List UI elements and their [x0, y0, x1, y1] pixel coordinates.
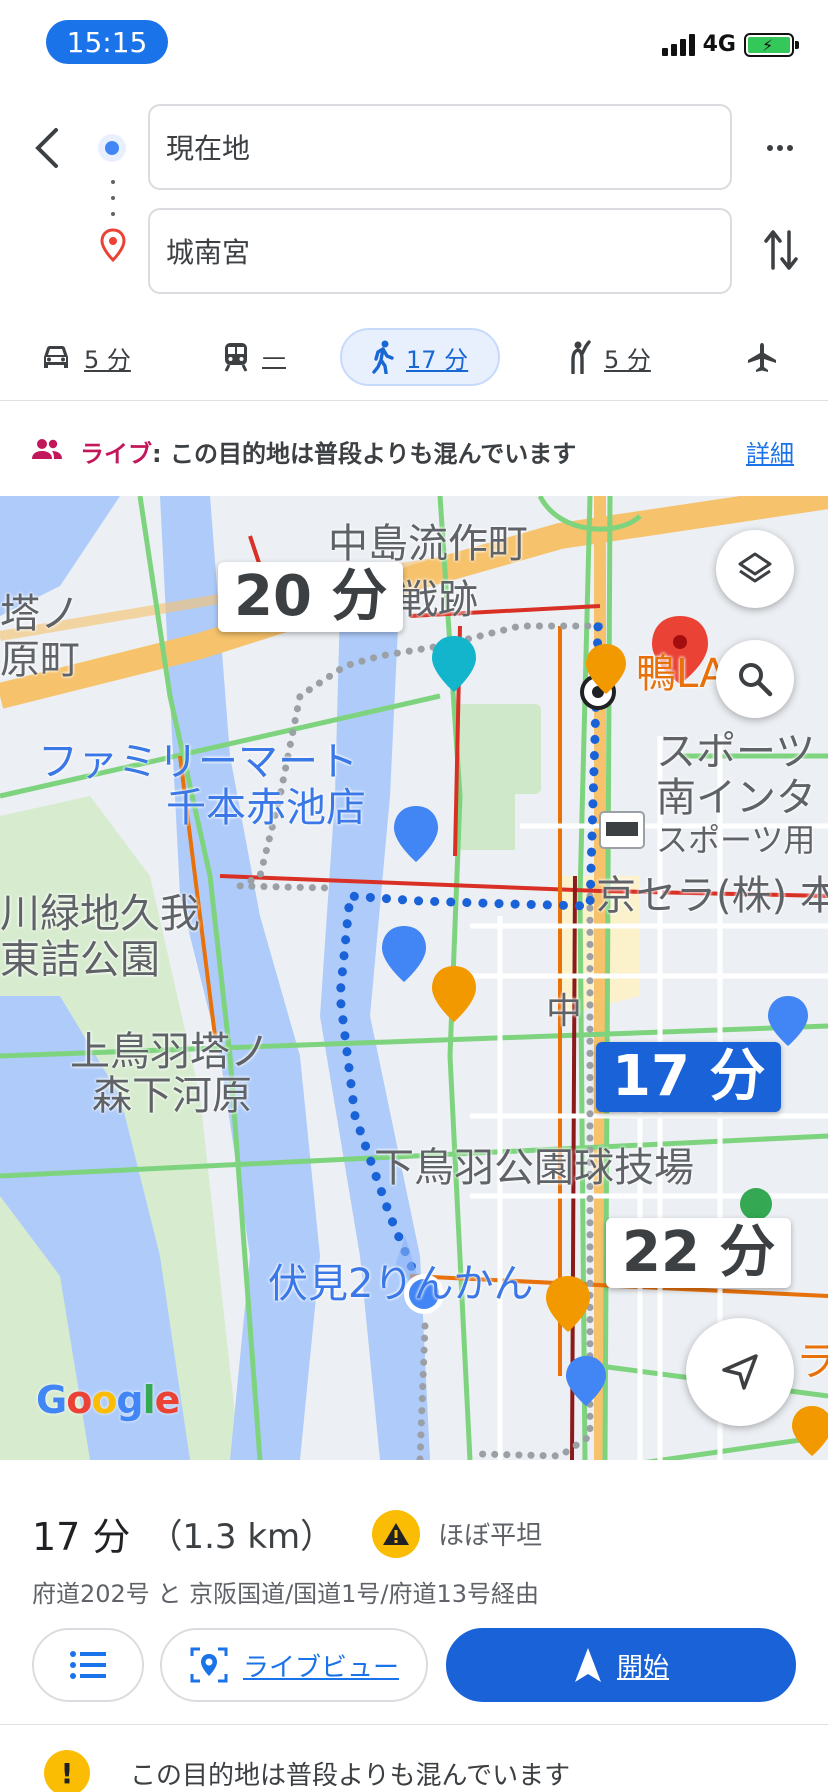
hail-icon	[571, 340, 591, 374]
route-dots-icon	[111, 180, 115, 216]
alert-icon: !	[44, 1750, 90, 1792]
search-button[interactable]	[716, 640, 794, 718]
alt-route-time-bubble[interactable]: 22 分	[606, 1218, 792, 1288]
tab-flight[interactable]	[746, 328, 778, 386]
train-icon	[224, 343, 248, 372]
steps-list-button[interactable]	[32, 1628, 144, 1702]
origin-input[interactable]: 現在地	[148, 104, 732, 190]
search-icon	[739, 663, 773, 697]
route-duration: 17 分	[32, 1515, 131, 1559]
tab-car-label: 5 分	[84, 345, 131, 374]
map-label: 原町	[0, 637, 80, 683]
map-label: 上鳥羽塔ノ	[70, 1029, 270, 1075]
alt-route-time-bubble[interactable]: 20 分	[218, 562, 404, 632]
airplane-icon	[748, 343, 776, 372]
origin-dot-icon	[98, 134, 126, 162]
divider	[0, 400, 828, 401]
map-label: 伏見2りんかん	[268, 1261, 534, 1307]
battery-icon: ⚡	[744, 32, 799, 57]
map-label: スポーツ用	[656, 821, 816, 859]
map-label: 南インタ	[656, 775, 816, 821]
route-distance: （1.3 km）	[148, 1517, 335, 1557]
divider	[0, 1724, 828, 1725]
route-summary: 17 分 （1.3 km） ほぼ平坦	[32, 1506, 542, 1561]
warning-icon	[372, 1509, 421, 1558]
tab-car[interactable]: 5 分	[40, 328, 131, 386]
map-label: スポーツ	[656, 729, 816, 775]
live-busyness-banner: ライブ: この目的地は普段よりも混んでいます 詳細	[0, 402, 828, 496]
layers-button[interactable]	[716, 530, 794, 608]
live-message-text: : この目的地は普段よりも混んでいます	[152, 440, 577, 468]
live-view-button[interactable]: ライブビュー	[160, 1628, 428, 1702]
car-icon	[44, 346, 68, 368]
map-label: ラ	[796, 1339, 828, 1385]
back-button[interactable]	[26, 118, 66, 178]
destination-input[interactable]: 城南宮	[148, 208, 732, 294]
route-summary-sheet: 17 分 （1.3 km） ほぼ平坦 府道202号 と 京阪国道/国道1号/府道…	[0, 1460, 828, 1792]
people-icon	[32, 439, 62, 459]
swap-icon[interactable]	[762, 228, 800, 276]
main-route-time-bubble[interactable]: 17 分	[596, 1042, 782, 1112]
start-label: 開始	[616, 1652, 669, 1683]
walk-icon	[372, 340, 394, 374]
tab-transit-label: —	[262, 343, 286, 371]
status-bar: 15:15 4G ⚡	[0, 0, 828, 90]
map-label: 森下河原	[92, 1073, 252, 1119]
travel-mode-tabs: 5 分 — 17 分 5 分	[0, 322, 828, 392]
busy-notice: ! この目的地は普段よりも混んでいます	[44, 1750, 570, 1792]
map-label: 京セラ(株) 本	[596, 873, 828, 919]
map-label: ファミリーマート	[38, 739, 358, 785]
more-options-icon[interactable]	[760, 128, 800, 168]
network-type: 4G	[702, 32, 736, 57]
google-attribution-logo: Google	[36, 1378, 180, 1422]
status-time: 15:15	[46, 20, 168, 64]
live-view-label: ライブビュー	[242, 1652, 399, 1683]
route-via: 府道202号 と 京阪国道/国道1号/府道13号経由	[32, 1580, 540, 1608]
signal-icon	[661, 33, 695, 56]
tab-walk[interactable]: 17 分	[340, 328, 501, 386]
action-buttons: ライブビュー 開始	[32, 1628, 796, 1702]
recenter-button[interactable]	[686, 1318, 794, 1426]
tab-rideshare[interactable]: 5 分	[568, 328, 651, 386]
live-tag: ライブ	[80, 440, 152, 468]
map-label: 川緑地久我	[0, 891, 200, 937]
navigation-arrow-icon	[722, 1354, 758, 1390]
navigation-icon	[574, 1648, 601, 1682]
map-view[interactable]: 中島流作町 戦跡 塔ノ 原町 ファミリーマート 千本赤池店 スポーツ 南インタ …	[0, 496, 828, 1460]
route-header: 現在地 城南宮	[0, 100, 828, 300]
map-label: 中	[546, 991, 583, 1032]
status-indicators: 4G ⚡	[661, 32, 799, 57]
map-label: 中島流作町	[328, 521, 528, 567]
tab-transit[interactable]: —	[222, 328, 286, 386]
map-label: 塔ノ	[0, 591, 80, 637]
live-message: ライブ: この目的地は普段よりも混んでいます	[80, 434, 576, 469]
notice-text: この目的地は普段よりも混んでいます	[130, 1760, 571, 1791]
start-navigation-button[interactable]: 開始	[446, 1628, 796, 1702]
map-label: 鴨LA	[636, 651, 727, 697]
destination-pin-icon	[100, 228, 126, 266]
map-label: 戦跡	[398, 577, 478, 623]
list-icon	[70, 1651, 106, 1679]
tab-rideshare-label: 5 分	[604, 345, 651, 374]
terrain-text: ほぼ平坦	[438, 1521, 543, 1551]
live-view-icon	[190, 1647, 228, 1683]
layers-icon	[738, 552, 772, 583]
tab-walk-label: 17 分	[406, 345, 469, 374]
map-label: 東詰公園	[0, 937, 160, 983]
map-label: 千本赤池店	[166, 785, 366, 831]
map-label: 下鳥羽公園球技場	[374, 1145, 694, 1191]
details-link[interactable]: 詳細	[746, 434, 794, 469]
chevron-left-icon	[35, 128, 58, 168]
